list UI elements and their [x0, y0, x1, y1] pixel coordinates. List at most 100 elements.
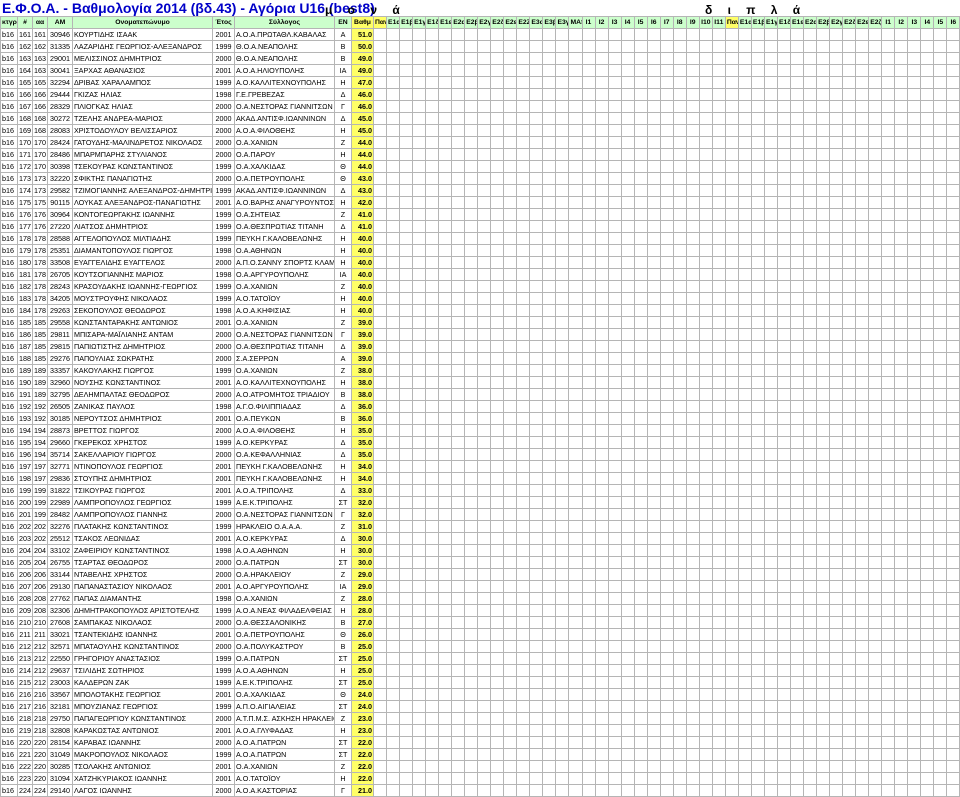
score-cell	[816, 280, 831, 293]
score-cell	[868, 280, 883, 293]
score-cell	[438, 640, 453, 653]
single-col-header: Ε2γ	[477, 16, 492, 29]
score-cell	[789, 160, 805, 173]
score-cell	[568, 568, 583, 581]
score-cell	[672, 364, 687, 377]
score-cell	[750, 100, 765, 113]
score-cell	[881, 592, 896, 605]
score-cell	[907, 724, 922, 737]
score-cell	[503, 40, 518, 53]
score-cell	[633, 772, 648, 785]
score-cell	[529, 520, 544, 533]
club-name: ΠΕΥΚΗ Γ.ΚΑΛΟΒΕΛΩΝΗΣ	[234, 460, 335, 473]
score-cell	[620, 604, 635, 617]
score-cell	[529, 328, 544, 341]
score-cell	[555, 496, 570, 509]
score-cell	[724, 664, 739, 677]
score-cell	[581, 376, 596, 389]
score-cell	[490, 484, 505, 497]
club-name: Α.Ο.Α.ΠΡΩΤΑΘΛ.ΚΑΒΑΛΑΣ	[234, 28, 335, 41]
score-cell	[503, 760, 518, 773]
score-cell	[633, 556, 648, 569]
score-cell	[438, 388, 453, 401]
score-cell	[920, 280, 935, 293]
birth-year: 2001	[212, 376, 235, 389]
table-row: b16 222 220 30285 ΤΣΟΛΑΚΗΣ ΑΝΤΩΝΙΟΣ 2001 Ο.Α.Χ…	[0, 760, 960, 773]
score-cell	[594, 772, 609, 785]
row-am: 28486	[47, 148, 73, 161]
score-cell	[763, 532, 778, 545]
score-cell	[412, 748, 427, 761]
score-cell	[750, 136, 765, 149]
score-cell	[438, 100, 453, 113]
score-cell	[620, 544, 635, 557]
score-cell	[737, 328, 752, 341]
club-name: Ο.Α.ΧΑΛΚΙΔΑΣ	[234, 160, 335, 173]
score-cell	[803, 412, 818, 425]
score-cell	[542, 364, 557, 377]
score-cell	[724, 256, 739, 269]
score-cell	[372, 496, 388, 509]
club-name: Γ.Ε.ΓΡΕΒΕΖΑΣ	[234, 88, 335, 101]
score-cell	[816, 136, 831, 149]
score-cell	[750, 112, 765, 125]
score-cell	[711, 40, 726, 53]
score-cell	[646, 724, 661, 737]
score-cell	[789, 364, 805, 377]
table-row: b16 162 162 31335 ΛΑΖΑΡΙΔΗΣ ΓΕΩΡΓΙΟΣ-ΑΛΕΞΑΝΔ…	[0, 40, 960, 53]
score-cell	[672, 460, 687, 473]
score-cell	[763, 736, 778, 749]
row-aa: 162	[32, 40, 48, 53]
score-cell	[816, 184, 831, 197]
score-cell	[607, 436, 622, 449]
score-cell	[855, 760, 870, 773]
col-am-header: AM	[47, 16, 73, 29]
score-cell	[685, 664, 700, 677]
score-cell	[907, 340, 922, 353]
score-cell	[946, 400, 960, 413]
row-am: 32571	[47, 640, 73, 653]
score-cell	[542, 496, 557, 509]
table-row: b16 178 178 28588 ΑΓΓΕΛΟΠΟΥΛΟΣ ΜΙΛΤΙΑΔΗΣ 1999…	[0, 232, 960, 245]
score-cell	[542, 424, 557, 437]
region-code: Ζ	[334, 316, 352, 329]
score-cell	[581, 172, 596, 185]
score-cell	[907, 772, 922, 785]
score-cell	[451, 304, 466, 317]
score-cell	[555, 196, 570, 209]
row-am: 32808	[47, 724, 73, 737]
score-cell	[763, 256, 778, 269]
row-aa: 199	[32, 496, 48, 509]
score-cell	[620, 532, 635, 545]
score-cell	[529, 424, 544, 437]
score-cell	[425, 484, 440, 497]
row-category: b16	[0, 520, 18, 533]
score-cell	[855, 268, 870, 281]
player-name: ΑΓΓΕΛΟΠΟΥΛΟΣ ΜΙΛΤΙΑΔΗΣ	[72, 232, 213, 245]
score-cell	[425, 772, 440, 785]
score-cell	[399, 160, 414, 173]
score-cell	[464, 196, 479, 209]
score-cell	[894, 160, 909, 173]
score-cell	[633, 220, 648, 233]
score-cell	[750, 244, 765, 257]
birth-year: 2000	[212, 424, 235, 437]
score-cell	[907, 424, 922, 437]
score-cell	[946, 676, 960, 689]
score-cell	[542, 280, 557, 293]
row-aa: 197	[32, 472, 48, 485]
points-total: 24.0	[351, 688, 374, 701]
score-cell	[946, 556, 960, 569]
club-name: Ο.Α.ΑΡΓΥΡΟΥΠΟΛΗΣ	[234, 268, 335, 281]
score-cell	[620, 508, 635, 521]
score-cell	[920, 400, 935, 413]
score-cell	[451, 460, 466, 473]
row-am: 29815	[47, 340, 73, 353]
score-cell	[672, 64, 687, 77]
table-row: b16 168 168 30272 ΤΖΕΛΗΣ ΑΝΔΡΕΑ-ΜΑΡΙΟΣ 2000 ΑΚ…	[0, 112, 960, 125]
score-cell	[933, 676, 948, 689]
score-cell	[750, 424, 765, 437]
score-cell	[763, 508, 778, 521]
score-cell	[451, 508, 466, 521]
score-cell	[412, 640, 427, 653]
